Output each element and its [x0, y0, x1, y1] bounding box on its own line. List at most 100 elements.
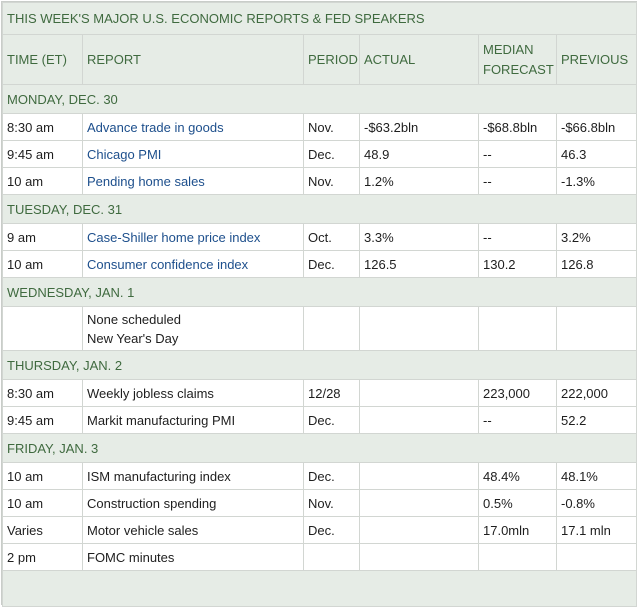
cell-previous: 46.3 — [555, 140, 638, 168]
cell-actual: 48.9 — [359, 140, 479, 168]
report-line-2: New Year's Day — [87, 330, 179, 346]
table-row: 9:45 am Chicago PMI Dec. 48.9 -- 46.3 — [2, 140, 638, 168]
cell-median: 48.4% — [478, 462, 557, 490]
cell-median: -- — [478, 406, 557, 434]
cell-time: 9:45 am — [2, 140, 83, 168]
cell-median: -- — [478, 140, 557, 168]
cell-previous: 126.8 — [555, 250, 638, 278]
cell-previous: 222,000 — [555, 379, 638, 407]
cell-median: 0.5% — [478, 489, 557, 517]
cell-actual: 126.5 — [359, 250, 479, 278]
cell-actual — [359, 462, 479, 490]
table-row: 2 pm FOMC minutes — [2, 543, 638, 571]
cell-time: 9:45 am — [2, 406, 83, 434]
footer-blank — [1, 570, 638, 607]
day-row-monday: MONDAY, DEC. 30 — [1, 84, 638, 114]
header-median-line2: FORECAST — [483, 61, 554, 77]
report-link[interactable]: Chicago PMI — [82, 140, 304, 168]
cell-period: 12/28 — [303, 379, 360, 407]
table-row: 10 am ISM manufacturing index Dec. 48.4%… — [2, 462, 638, 490]
cell-time: 10 am — [2, 250, 83, 278]
cell-time: 8:30 am — [2, 113, 83, 141]
cell-report: Motor vehicle sales — [82, 516, 304, 544]
cell-period — [303, 543, 360, 571]
cell-period: Nov. — [303, 113, 360, 141]
cell-actual: 3.3% — [359, 223, 479, 251]
economic-calendar-table: THIS WEEK'S MAJOR U.S. ECONOMIC REPORTS … — [1, 2, 638, 607]
header-report: REPORT — [82, 34, 304, 85]
cell-period: Oct. — [303, 223, 360, 251]
cell-previous — [555, 306, 638, 351]
cell-report: Weekly jobless claims — [82, 379, 304, 407]
report-line-1: None scheduled — [87, 311, 181, 327]
cell-previous: 17.1 mln — [555, 516, 638, 544]
header-actual: ACTUAL — [359, 34, 479, 85]
day-row-tuesday: TUESDAY, DEC. 31 — [1, 194, 638, 224]
cell-median: -- — [478, 223, 557, 251]
title-row: THIS WEEK'S MAJOR U.S. ECONOMIC REPORTS … — [1, 2, 638, 35]
cell-median: -- — [478, 167, 557, 195]
header-time: TIME (ET) — [2, 34, 83, 85]
day-row-wednesday: WEDNESDAY, JAN. 1 — [1, 277, 638, 307]
table-title: THIS WEEK'S MAJOR U.S. ECONOMIC REPORTS … — [1, 2, 638, 35]
day-row-thursday: THURSDAY, JAN. 2 — [1, 350, 638, 380]
report-link[interactable]: Consumer confidence index — [82, 250, 304, 278]
table-row: 10 am Consumer confidence index Dec. 126… — [2, 250, 638, 278]
cell-report: FOMC minutes — [82, 543, 304, 571]
cell-period: Dec. — [303, 406, 360, 434]
cell-actual: -$63.2bln — [359, 113, 479, 141]
cell-time: 9 am — [2, 223, 83, 251]
report-link[interactable]: Case-Shiller home price index — [82, 223, 304, 251]
cell-report: Construction spending — [82, 489, 304, 517]
cell-time — [2, 306, 83, 351]
economic-calendar-panel: THIS WEEK'S MAJOR U.S. ECONOMIC REPORTS … — [1, 1, 638, 607]
cell-time: Varies — [2, 516, 83, 544]
header-previous: PREVIOUS — [555, 34, 638, 85]
cell-median: 130.2 — [478, 250, 557, 278]
cell-previous: -$66.8bln — [555, 113, 638, 141]
cell-time: 8:30 am — [2, 379, 83, 407]
day-label: WEDNESDAY, JAN. 1 — [1, 277, 638, 307]
cell-previous — [555, 543, 638, 571]
cell-actual — [359, 489, 479, 517]
cell-previous: 52.2 — [555, 406, 638, 434]
cell-period: Dec. — [303, 516, 360, 544]
cell-report: Markit manufacturing PMI — [82, 406, 304, 434]
cell-time: 10 am — [2, 489, 83, 517]
day-label: TUESDAY, DEC. 31 — [1, 194, 638, 224]
day-label: MONDAY, DEC. 30 — [1, 84, 638, 114]
header-median-line1: MEDIAN — [483, 41, 534, 57]
cell-period: Nov. — [303, 167, 360, 195]
cell-previous: -0.8% — [555, 489, 638, 517]
table-row: 10 am Pending home sales Nov. 1.2% -- -1… — [2, 167, 638, 195]
cell-period: Nov. — [303, 489, 360, 517]
table-row: 9 am Case-Shiller home price index Oct. … — [2, 223, 638, 251]
cell-time: 10 am — [2, 462, 83, 490]
cell-time: 10 am — [2, 167, 83, 195]
report-link[interactable]: Advance trade in goods — [82, 113, 304, 141]
cell-actual — [359, 306, 479, 351]
table-row: 8:30 am Advance trade in goods Nov. -$63… — [2, 113, 638, 141]
cell-previous: -1.3% — [555, 167, 638, 195]
day-row-friday: FRIDAY, JAN. 3 — [1, 433, 638, 463]
cell-median — [478, 543, 557, 571]
cell-actual — [359, 543, 479, 571]
cell-period: Dec. — [303, 250, 360, 278]
cell-report: ISM manufacturing index — [82, 462, 304, 490]
cell-actual: 1.2% — [359, 167, 479, 195]
cell-median: -$68.8bln — [478, 113, 557, 141]
table-row: 8:30 am Weekly jobless claims 12/28 223,… — [2, 379, 638, 407]
cell-period: Dec. — [303, 462, 360, 490]
cell-period: Dec. — [303, 140, 360, 168]
cell-previous: 3.2% — [555, 223, 638, 251]
cell-median: 223,000 — [478, 379, 557, 407]
cell-period — [303, 306, 360, 351]
report-link[interactable]: Pending home sales — [82, 167, 304, 195]
table-footer — [1, 570, 638, 607]
table-row: None scheduled New Year's Day — [2, 306, 638, 351]
day-label: FRIDAY, JAN. 3 — [1, 433, 638, 463]
cell-median: 17.0mln — [478, 516, 557, 544]
cell-median — [478, 306, 557, 351]
header-median-forecast: MEDIAN FORECAST — [478, 34, 557, 85]
cell-report: None scheduled New Year's Day — [82, 306, 304, 351]
